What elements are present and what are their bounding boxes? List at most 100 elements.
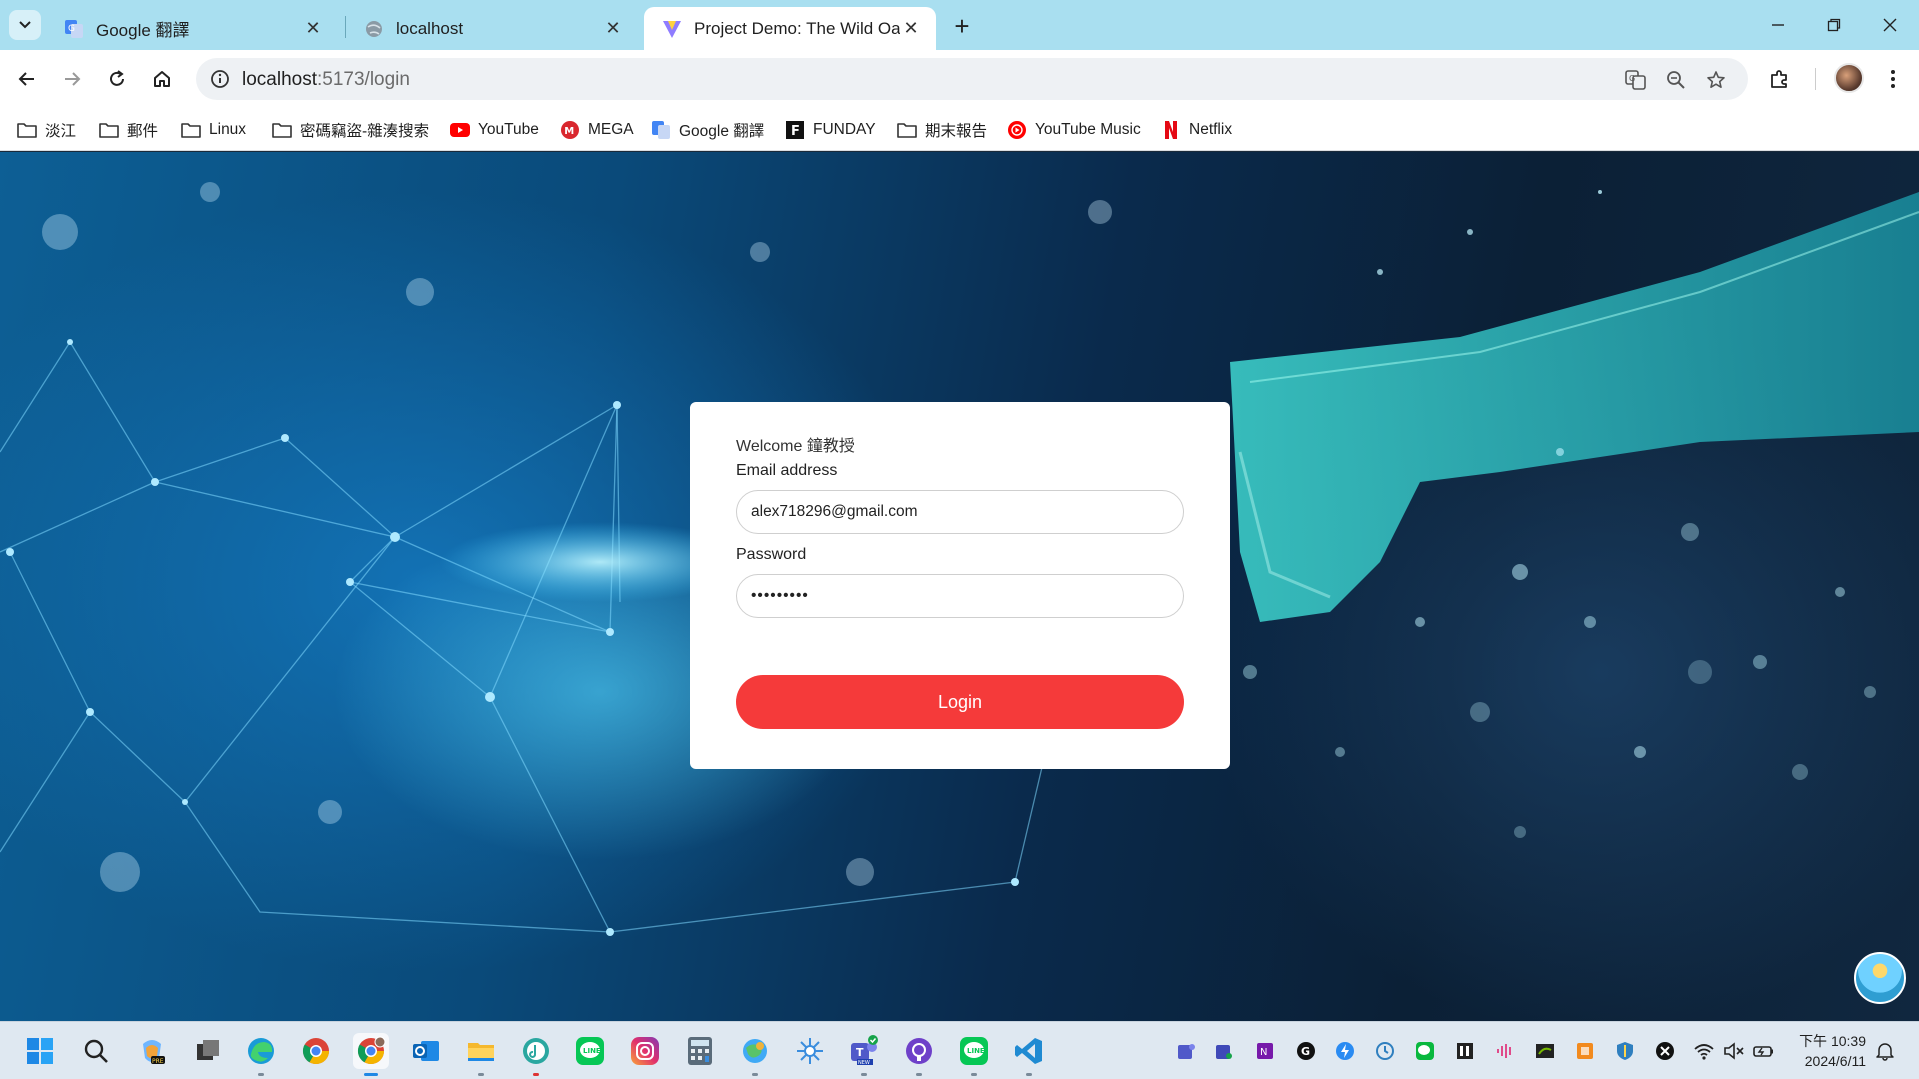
edge-icon[interactable]: [243, 1033, 279, 1076]
wechat-tray-icon[interactable]: [1414, 1040, 1436, 1062]
system-clock[interactable]: 下午 10:39 2024/6/11: [1792, 1031, 1866, 1071]
url-text[interactable]: localhost:5173/login: [242, 69, 410, 91]
profile-avatar[interactable]: [1834, 63, 1864, 93]
bookmark-item[interactable]: Netflix: [1161, 108, 1232, 151]
bookmark-star-button[interactable]: [1702, 66, 1730, 94]
teams-tray-icon[interactable]: [1175, 1040, 1197, 1062]
bookmark-item[interactable]: 郵件: [99, 108, 158, 151]
close-icon[interactable]: ✕: [302, 18, 324, 40]
calculator-icon[interactable]: [682, 1033, 718, 1069]
floating-assistant-icon[interactable]: [1854, 952, 1906, 1004]
bookmark-item[interactable]: 期末報告: [897, 108, 987, 151]
bolt-tray-icon[interactable]: [1334, 1040, 1356, 1062]
info-icon: [211, 70, 229, 88]
forward-button[interactable]: [55, 62, 89, 96]
line-icon[interactable]: LINE: [956, 1033, 992, 1076]
bookmark-label: MEGA: [588, 120, 634, 138]
clock-tray-icon[interactable]: [1374, 1040, 1396, 1062]
svg-text:G: G: [68, 24, 75, 34]
chrome-profile-icon[interactable]: [353, 1033, 389, 1076]
grammarly-tray-icon[interactable]: G: [1295, 1040, 1317, 1062]
reload-button[interactable]: [100, 62, 134, 96]
app-orange-tray-icon[interactable]: [1574, 1040, 1596, 1062]
svg-text:F: F: [791, 124, 800, 139]
close-icon: [1883, 18, 1897, 32]
tab-search-button[interactable]: [9, 10, 41, 40]
bookmark-label: Linux: [209, 120, 247, 138]
bookmark-item[interactable]: 淡江: [17, 108, 76, 151]
translate-page-button[interactable]: G: [1622, 66, 1650, 94]
instagram-icon[interactable]: [627, 1033, 663, 1069]
bookmarks-bar: 淡江 郵件 Linux 密碼竊盜-雜湊搜索 YouTube M MEGA Goo…: [0, 108, 1919, 151]
arrow-right-icon: [65, 72, 81, 86]
running-indicator: [861, 1073, 867, 1076]
tab-strip: G Google 翻譯 ✕ localhost ✕ Project Demo: …: [0, 0, 1919, 50]
home-button[interactable]: [145, 62, 179, 96]
bookmark-item[interactable]: M MEGA: [560, 108, 634, 151]
line-icon[interactable]: LINE: [572, 1033, 608, 1069]
close-window-button[interactable]: [1862, 0, 1918, 50]
snipping-icon[interactable]: [792, 1033, 828, 1069]
tab-google-translate[interactable]: G Google 翻譯 ✕: [46, 7, 338, 50]
star-icon: [1707, 71, 1725, 88]
onenote-tray-icon[interactable]: N: [1254, 1040, 1276, 1062]
svg-text:PRE: PRE: [152, 1058, 164, 1065]
site-info-button[interactable]: [204, 63, 236, 95]
chrome-icon[interactable]: [298, 1033, 334, 1069]
bookmark-item[interactable]: Google 翻譯: [651, 108, 764, 151]
tab-localhost[interactable]: localhost ✕: [346, 7, 638, 50]
shield-tray-icon[interactable]: [1614, 1040, 1636, 1062]
notification-bell-icon[interactable]: [1874, 1040, 1896, 1062]
bookmark-label: 淡江: [45, 122, 77, 140]
welcome-text: Welcome 鐘教授: [736, 438, 855, 455]
bookmark-item[interactable]: Linux: [181, 108, 246, 151]
app-tray-icon[interactable]: [1454, 1040, 1476, 1062]
login-page: Welcome 鐘教授 Email address Password Login: [0, 152, 1919, 1021]
github-icon[interactable]: [901, 1033, 937, 1076]
restore-button[interactable]: [1806, 0, 1862, 50]
outlook-icon[interactable]: [408, 1033, 444, 1069]
teams-tray-icon[interactable]: [1213, 1040, 1235, 1062]
task-view-icon[interactable]: [190, 1033, 226, 1069]
password-field[interactable]: [736, 574, 1184, 618]
bookmark-item[interactable]: 密碼竊盜-雜湊搜索: [272, 108, 429, 151]
address-bar[interactable]: localhost:5173/login G: [196, 58, 1748, 100]
minimize-button[interactable]: [1750, 0, 1806, 50]
start-icon[interactable]: [22, 1033, 58, 1069]
audio-tray-icon[interactable]: [1494, 1040, 1516, 1062]
bookmark-item[interactable]: F FUNDAY: [785, 108, 876, 151]
file-explorer-icon[interactable]: [463, 1033, 499, 1076]
close-icon[interactable]: ✕: [900, 18, 922, 40]
volume-muted-icon[interactable]: [1723, 1040, 1745, 1062]
bookmark-label: YouTube Music: [1035, 120, 1141, 138]
close-icon[interactable]: ✕: [602, 18, 624, 40]
login-button[interactable]: Login: [736, 675, 1184, 729]
new-tab-button[interactable]: +: [948, 10, 976, 41]
back-button[interactable]: [10, 62, 44, 96]
bookmark-item[interactable]: YouTube: [450, 108, 539, 151]
wifi-icon[interactable]: [1693, 1040, 1715, 1062]
copilot-icon[interactable]: PRE: [134, 1033, 170, 1069]
reload-icon: [110, 70, 124, 86]
bookmark-item[interactable]: YouTube Music: [1007, 108, 1141, 151]
nvidia-tray-icon[interactable]: [1534, 1040, 1556, 1062]
puzzle-icon: [1771, 70, 1787, 88]
teams-new-icon[interactable]: T NEW: [846, 1033, 882, 1076]
extensions-button[interactable]: [1763, 62, 1797, 96]
google-translate-icon: G: [65, 19, 83, 38]
email-field[interactable]: [736, 490, 1184, 534]
maps-icon[interactable]: [737, 1033, 773, 1076]
vite-icon: [663, 20, 681, 38]
search-icon[interactable]: [78, 1033, 114, 1069]
battery-icon[interactable]: [1753, 1040, 1775, 1062]
tab-title: localhost: [396, 18, 464, 38]
svg-text:G: G: [1301, 1045, 1310, 1058]
vscode-icon[interactable]: [1011, 1033, 1047, 1076]
zoom-button[interactable]: [1662, 66, 1690, 94]
google-translate-icon: G: [1625, 70, 1646, 90]
music-icon[interactable]: [518, 1033, 554, 1076]
menu-button[interactable]: [1876, 62, 1910, 96]
plus-icon: +: [954, 10, 970, 41]
close-circle-tray-icon[interactable]: [1654, 1040, 1676, 1062]
tab-project-demo[interactable]: Project Demo: The Wild Oasis ✕: [644, 7, 936, 50]
